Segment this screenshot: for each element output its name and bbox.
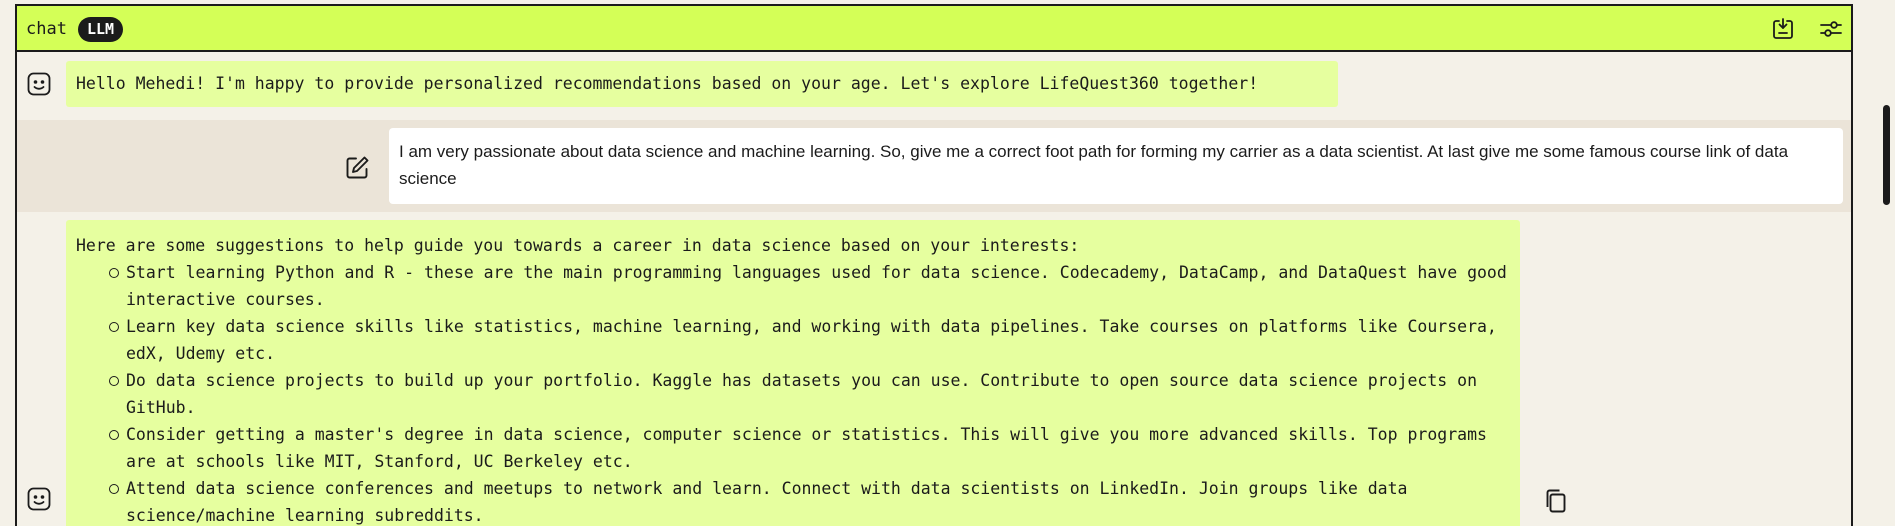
copy-icon[interactable] bbox=[1542, 487, 1570, 515]
list-item: Start learning Python and R - these are … bbox=[109, 259, 1510, 313]
scrollbar-thumb[interactable] bbox=[1883, 105, 1890, 205]
chat-panel: chat LLM Hello Mehedi! I'm happy to prov… bbox=[15, 4, 1853, 526]
user-message-row: I am very passionate about data science … bbox=[17, 120, 1851, 212]
assistant-greeting-message: Hello Mehedi! I'm happy to provide perso… bbox=[66, 61, 1338, 107]
response-list: Start learning Python and R - these are … bbox=[76, 259, 1510, 526]
chat-title: chat bbox=[26, 19, 67, 39]
settings-sliders-icon[interactable] bbox=[1818, 16, 1844, 42]
list-item: Attend data science conferences and meet… bbox=[109, 475, 1510, 526]
model-badge: LLM bbox=[78, 17, 124, 42]
chat-header: chat LLM bbox=[17, 6, 1851, 52]
export-icon[interactable] bbox=[1770, 16, 1796, 42]
list-item: Consider getting a master's degree in da… bbox=[109, 421, 1510, 475]
list-item: Do data science projects to build up you… bbox=[109, 367, 1510, 421]
scrollbar-track[interactable] bbox=[1879, 4, 1893, 526]
user-message-text: I am very passionate about data science … bbox=[399, 142, 1789, 188]
user-message: I am very passionate about data science … bbox=[389, 128, 1843, 204]
response-intro: Here are some suggestions to help guide … bbox=[76, 236, 1080, 255]
assistant-response-message: Here are some suggestions to help guide … bbox=[66, 220, 1520, 526]
assistant-avatar-icon bbox=[26, 486, 52, 512]
assistant-avatar-icon bbox=[26, 71, 52, 97]
list-item: Learn key data science skills like stati… bbox=[109, 313, 1510, 367]
greeting-text: Hello Mehedi! I'm happy to provide perso… bbox=[76, 74, 1259, 93]
edit-message-icon[interactable] bbox=[343, 154, 371, 182]
